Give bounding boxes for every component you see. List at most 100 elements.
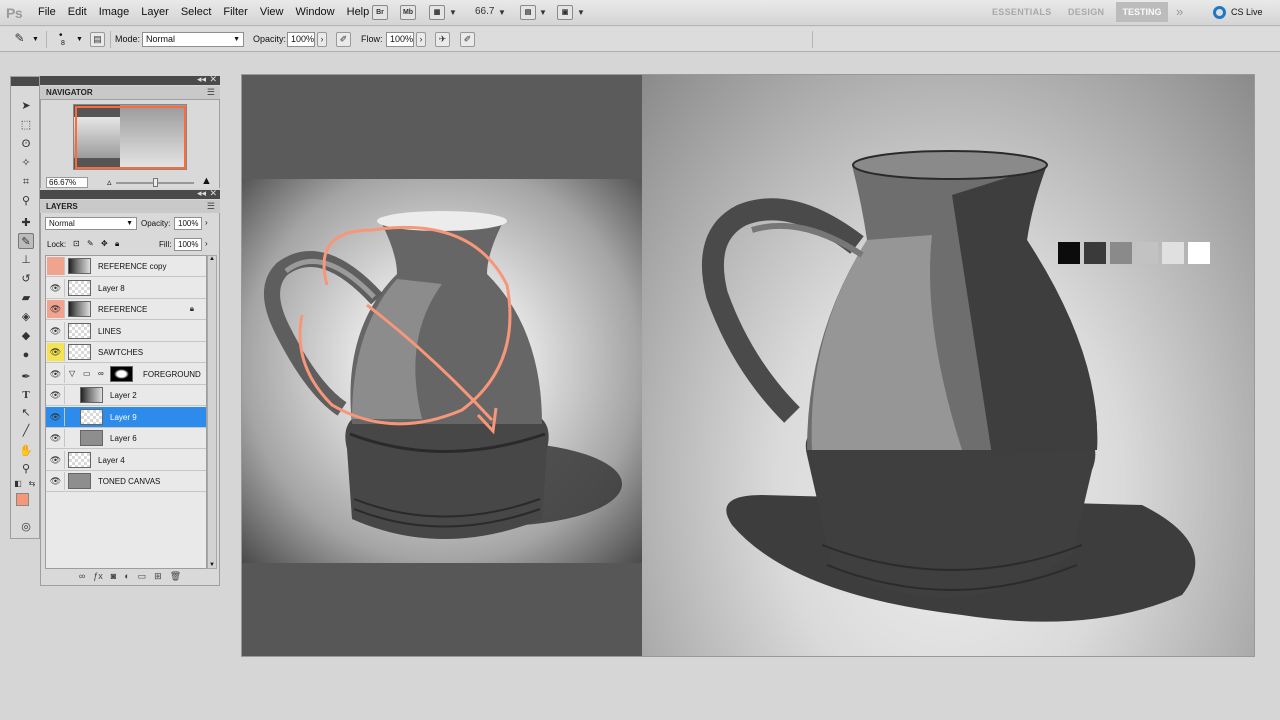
- path-selection-tool-icon[interactable]: ↖: [18, 405, 34, 421]
- zoom-tool-icon[interactable]: ⚲: [18, 461, 34, 477]
- layer-thumbnail[interactable]: [68, 344, 91, 360]
- group-expand-chevron-icon[interactable]: ▽: [69, 369, 75, 378]
- type-tool-icon[interactable]: T: [18, 387, 34, 403]
- layer-visibility-eye-icon[interactable]: 👁︎: [47, 278, 65, 297]
- navigator-zoom-input[interactable]: 66.67%: [46, 177, 88, 188]
- fill-input[interactable]: 100%: [174, 238, 202, 251]
- marquee-tool-icon[interactable]: ⬚: [18, 117, 34, 133]
- collapse-icon[interactable]: ◂◂: [197, 74, 206, 85]
- history-brush-tool-icon[interactable]: ↺: [18, 271, 34, 287]
- crop-tool-icon[interactable]: ⌗: [18, 174, 34, 190]
- mini-bridge-button[interactable]: Mb: [400, 5, 416, 20]
- navigator-thumbnail[interactable]: [73, 104, 187, 170]
- close-panel-icon[interactable]: ✕: [209, 74, 217, 85]
- panel-menu-icon[interactable]: ☰: [207, 87, 215, 98]
- workspace-testing[interactable]: TESTING: [1116, 2, 1168, 22]
- move-tool-icon[interactable]: ➤: [18, 98, 34, 114]
- layer-visibility-eye-icon[interactable]: 👁︎: [47, 364, 65, 383]
- navigator-zoom-slider[interactable]: [116, 178, 194, 187]
- layer-visibility-eye-icon[interactable]: 👁︎: [47, 429, 65, 447]
- layer-thumbnail[interactable]: [80, 408, 103, 425]
- navigator-tab[interactable]: NAVIGATOR ☰: [40, 86, 220, 100]
- add-mask-icon[interactable]: ◙: [111, 571, 116, 584]
- menu-window[interactable]: Window: [296, 6, 335, 18]
- scroll-up-icon[interactable]: ▲: [209, 256, 215, 262]
- layer-row[interactable]: 👁︎ LINES: [46, 320, 206, 342]
- layers-scrollbar[interactable]: ▲ ▼: [207, 255, 217, 569]
- cs-live-icon[interactable]: [1213, 6, 1226, 19]
- layer-thumbnail[interactable]: [68, 322, 91, 339]
- layer-thumbnail[interactable]: [68, 258, 91, 274]
- layer-thumbnail[interactable]: [68, 473, 91, 489]
- clone-stamp-tool-icon[interactable]: ⊥: [18, 252, 34, 268]
- layers-tab[interactable]: LAYERS ☰: [40, 200, 220, 214]
- menu-view[interactable]: View: [260, 6, 284, 18]
- pressure-size-icon[interactable]: ✐: [460, 32, 475, 47]
- brush-tool-preset-icon[interactable]: ✎: [12, 32, 27, 47]
- menu-filter[interactable]: Filter: [223, 6, 247, 18]
- brush-tool-icon[interactable]: ✎: [18, 233, 34, 249]
- new-layer-icon[interactable]: ⊞: [154, 571, 162, 584]
- layer-row[interactable]: 👁︎ TONED CANVAS: [46, 471, 206, 492]
- menu-image[interactable]: Image: [99, 6, 130, 18]
- layer-row[interactable]: 👁︎ REFERENCE 🔒︎: [46, 299, 206, 320]
- blend-mode-select[interactable]: Normal ▼: [45, 217, 137, 230]
- paint-bucket-tool-icon[interactable]: ◈: [18, 309, 34, 325]
- lock-all-icon[interactable]: 🔒︎: [115, 239, 119, 249]
- panel-menu-icon[interactable]: ☰: [207, 201, 215, 212]
- layer-thumbnail[interactable]: [68, 301, 91, 317]
- mask-link-icon[interactable]: ∞: [98, 369, 104, 378]
- quick-select-tool-icon[interactable]: ✧: [18, 155, 34, 171]
- dodge-tool-icon[interactable]: ●: [18, 347, 34, 363]
- collapse-icon[interactable]: ◂◂: [197, 188, 206, 199]
- mode-select[interactable]: Normal ▼: [142, 32, 244, 47]
- layer-row[interactable]: 👁︎ ▽ ▭ ∞ FOREGROUND: [46, 363, 206, 385]
- swap-colors-icon[interactable]: ⇆: [27, 476, 37, 492]
- layer-opacity-input[interactable]: 100%: [174, 217, 202, 230]
- layer-row[interactable]: 👁︎ Layer 4: [46, 449, 206, 471]
- quick-mask-icon[interactable]: ◎: [18, 519, 34, 535]
- menu-file[interactable]: File: [38, 6, 56, 18]
- layer-visibility-eye-icon[interactable]: [47, 257, 65, 275]
- lock-transparent-icon[interactable]: ⊡: [73, 239, 80, 248]
- lasso-tool-icon[interactable]: ʘ: [18, 136, 34, 152]
- zoom-out-icon[interactable]: ▵: [107, 177, 112, 188]
- navigator-zoom-knob[interactable]: [152, 178, 158, 187]
- flow-slider-icon[interactable]: ›: [416, 32, 426, 47]
- lock-image-icon[interactable]: ✎: [87, 239, 94, 248]
- link-layers-icon[interactable]: ∞: [79, 571, 85, 584]
- workspace-essentials[interactable]: ESSENTIALS: [992, 7, 1052, 17]
- screen-mode-dropdown-icon[interactable]: ▼: [577, 8, 585, 17]
- layer-visibility-eye-icon[interactable]: 👁︎: [47, 343, 65, 361]
- lock-position-icon[interactable]: ✥: [101, 239, 108, 248]
- layer-row[interactable]: 👁︎ Layer 2: [46, 385, 206, 406]
- layer-style-icon[interactable]: ƒx: [93, 571, 103, 584]
- pressure-opacity-icon[interactable]: ✐: [336, 32, 351, 47]
- workspace-design[interactable]: DESIGN: [1068, 7, 1104, 17]
- eyedropper-tool-icon[interactable]: ⚲: [18, 193, 34, 209]
- layer-thumbnail[interactable]: [80, 387, 103, 403]
- menu-layer[interactable]: Layer: [141, 6, 169, 18]
- foreground-color-swatch[interactable]: [16, 493, 29, 506]
- brush-panel-toggle-icon[interactable]: ▤: [90, 32, 105, 47]
- layer-visibility-eye-icon[interactable]: 👁︎: [47, 407, 65, 426]
- menu-help[interactable]: Help: [347, 6, 370, 18]
- layer-row[interactable]: REFERENCE copy: [46, 256, 206, 277]
- view-extras-dropdown-icon[interactable]: ▼: [449, 8, 457, 17]
- more-workspaces-icon[interactable]: »: [1176, 4, 1183, 19]
- delete-layer-icon[interactable]: 🗑︎: [170, 571, 181, 584]
- screen-mode-button[interactable]: ▣: [557, 5, 573, 20]
- menu-edit[interactable]: Edit: [68, 6, 87, 18]
- adjustment-layer-icon[interactable]: ◐: [124, 571, 129, 584]
- view-extras-button[interactable]: ▦: [429, 5, 445, 20]
- bridge-button[interactable]: Br: [372, 5, 388, 20]
- opacity-slider-icon[interactable]: ›: [205, 218, 208, 227]
- blur-tool-icon[interactable]: ◆: [18, 328, 34, 344]
- arrange-documents-button[interactable]: ▤: [520, 5, 536, 20]
- default-colors-icon[interactable]: ◧: [13, 476, 23, 492]
- layer-thumbnail[interactable]: [80, 430, 103, 446]
- layer-row[interactable]: 👁︎ Layer 6: [46, 428, 206, 449]
- layer-visibility-eye-icon[interactable]: 👁︎: [47, 386, 65, 404]
- zoom-level[interactable]: 66.7: [475, 6, 494, 17]
- tool-preset-dropdown-icon[interactable]: ▼: [32, 36, 39, 43]
